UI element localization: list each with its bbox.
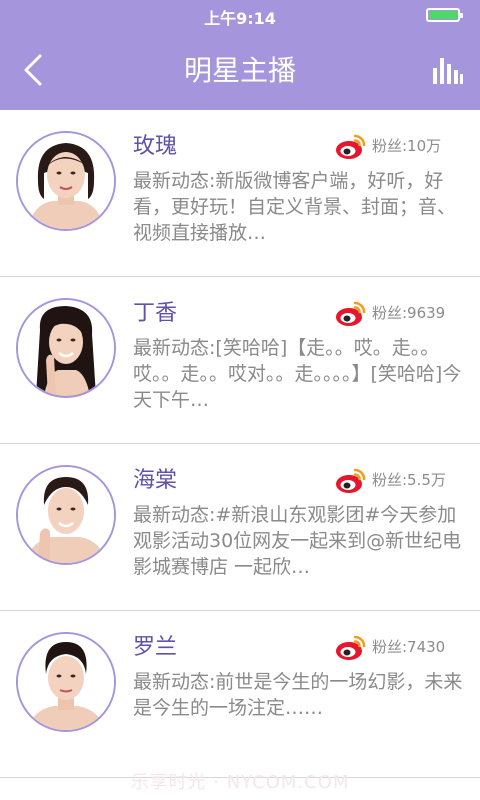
battery-level <box>429 11 457 19</box>
ranking-button[interactable] <box>432 54 464 86</box>
latest-status: 最新动态:新版微博客户端，好听，好看，更好玩！自定义背景、封面；音、视频直接播放… <box>133 170 457 244</box>
status-bar: 上午9:14 <box>0 0 480 32</box>
weibo-icon <box>336 468 366 493</box>
anchor-name: 丁香 <box>133 301 178 326</box>
battery-tip <box>460 13 463 18</box>
latest-status: 最新动态:前世是今生的一场幻影，未来是今生的一场注定…… <box>133 671 463 719</box>
weibo-icon <box>336 635 366 660</box>
latest-status: 最新动态:[笑哈哈]【走。。哎。走。。哎。。走。。哎对。。走。。。。】[笑哈哈]… <box>133 337 462 411</box>
anchor-list: 玫瑰 粉丝:10万 最新动态:新版微博客户端，好听，好看，更好玩！自定义背景、封… <box>0 110 480 778</box>
list-item[interactable]: 玫瑰 粉丝:10万 最新动态:新版微博客户端，好听，好看，更好玩！自定义背景、封… <box>0 110 480 277</box>
watermark: 乐享时光 · NYCOM.COM <box>130 772 350 793</box>
app-screen: 上午9:14 明星主播 玫瑰 粉丝:10万 最新动态:新版微博客户端，好听，好看… <box>0 0 480 800</box>
nav-bar: 明星主播 <box>0 32 480 110</box>
list-item[interactable]: 海棠 粉丝:5.5万 最新动态:#新浪山东观影团#今天参加观影活动30位网友一起… <box>0 444 480 611</box>
battery-icon <box>426 8 463 22</box>
bar-chart-icon <box>433 58 463 84</box>
anchor-name: 海棠 <box>133 468 178 493</box>
avatar <box>16 298 116 398</box>
fans-count: 粉丝:9639 <box>372 304 446 322</box>
anchor-name: 罗兰 <box>133 635 178 660</box>
latest-status: 最新动态:#新浪山东观影团#今天参加观影活动30位网友一起来到@新世纪电影城赛博… <box>133 504 462 578</box>
fans-count: 粉丝:5.5万 <box>372 471 446 489</box>
anchor-name: 玫瑰 <box>133 134 178 159</box>
avatar <box>16 465 116 565</box>
status-time: 上午9:14 <box>204 9 276 28</box>
page-title: 明星主播 <box>183 54 296 87</box>
fans-count: 粉丝:10万 <box>372 137 442 155</box>
fans-count: 粉丝:7430 <box>372 638 446 656</box>
list-item[interactable]: 罗兰 粉丝:7430 最新动态:前世是今生的一场幻影，未来是今生的一场注定…… <box>0 611 480 778</box>
header: 上午9:14 明星主播 <box>0 0 480 110</box>
list-item[interactable]: 丁香 粉丝:9639 最新动态:[笑哈哈]【走。。哎。走。。哎。。走。。哎对。。… <box>0 277 480 444</box>
weibo-icon <box>336 301 366 326</box>
weibo-icon <box>336 134 366 159</box>
avatar <box>16 131 116 231</box>
avatar <box>16 632 116 732</box>
